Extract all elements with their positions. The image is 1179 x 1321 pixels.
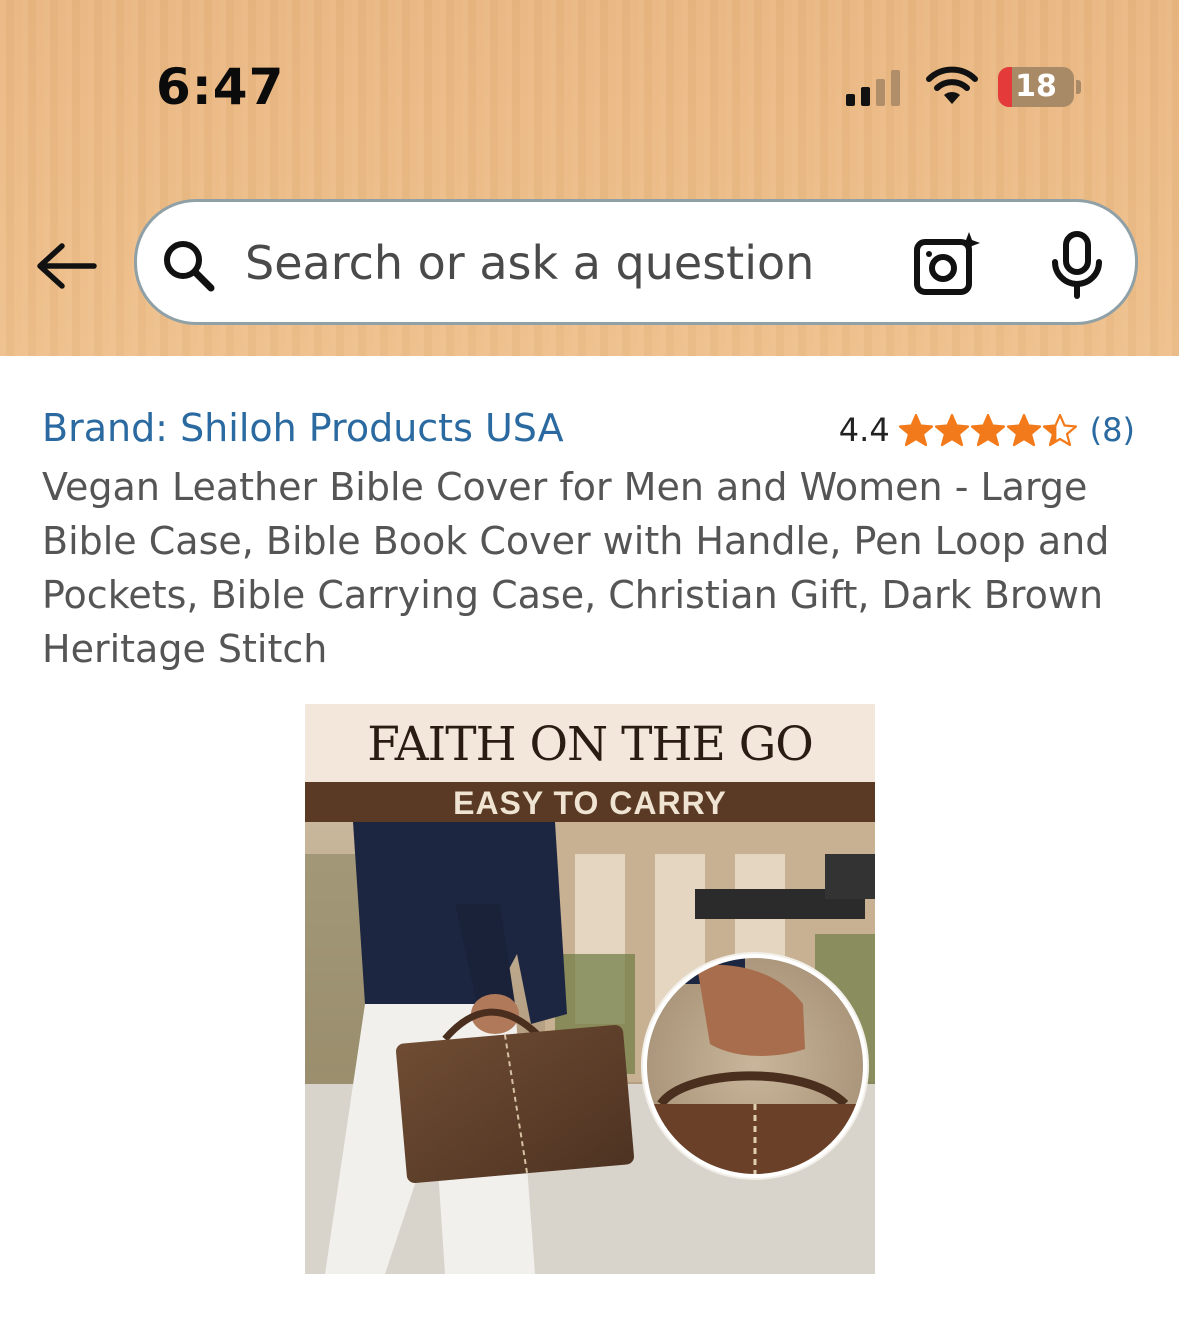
star-rating (898, 413, 1078, 447)
battery-tip (1076, 80, 1081, 94)
star-icon (898, 413, 933, 447)
image-headline: FAITH ON THE GO (305, 704, 875, 782)
back-arrow-icon[interactable] (34, 240, 98, 292)
rating-summary[interactable]: 4.4 (8) (839, 408, 1135, 452)
star-icon (1006, 413, 1041, 447)
star-icon (970, 413, 1005, 447)
camera-lens-icon[interactable] (911, 230, 981, 300)
app-header: 6:47 18 (0, 0, 1179, 356)
review-count-link[interactable]: (8) (1090, 411, 1135, 449)
microphone-icon[interactable] (1047, 230, 1107, 300)
star-icon (934, 413, 969, 447)
search-input[interactable] (245, 230, 865, 296)
star-icon (1042, 413, 1077, 447)
wifi-icon (926, 66, 978, 104)
battery-icon: 18 (998, 67, 1074, 107)
search-bar[interactable] (134, 199, 1138, 325)
status-time: 6:47 (156, 58, 285, 116)
image-subheadline: EASY TO CARRY (305, 782, 875, 822)
brand-link[interactable]: Brand: Shiloh Products USA (42, 406, 564, 450)
product-title: Vegan Leather Bible Cover for Men and Wo… (42, 465, 1110, 671)
product-image[interactable]: FAITH ON THE GO EASY TO CARRY (305, 704, 875, 1274)
rating-value: 4.4 (838, 411, 890, 449)
cellular-signal-icon (846, 70, 900, 106)
search-icon (164, 241, 215, 292)
battery-level-text: 18 (1015, 69, 1057, 104)
